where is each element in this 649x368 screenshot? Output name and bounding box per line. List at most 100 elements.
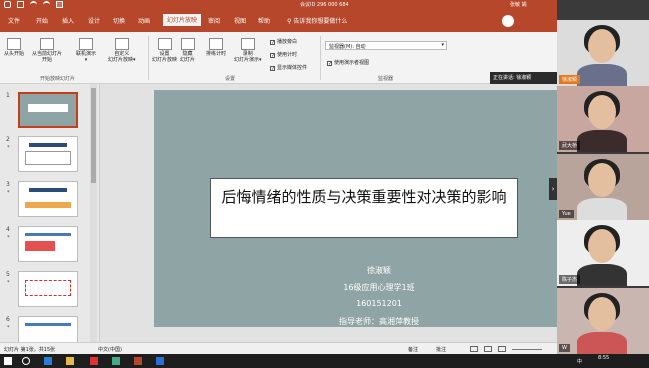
redo-icon[interactable] (43, 1, 50, 8)
reading-view-icon[interactable] (498, 346, 506, 352)
setup-slideshow-button[interactable]: 设置 幻灯片放映 (152, 38, 177, 63)
animation-star: * (7, 145, 10, 151)
status-bar: 幻灯片 第1张，共15张 中文(中国) 备注 批注 (0, 342, 557, 354)
search-icon[interactable] (22, 357, 30, 365)
share-icon[interactable] (502, 15, 514, 27)
start-icon[interactable] (4, 357, 12, 365)
timer-icon (209, 38, 223, 50)
ime-indicator[interactable]: 中 (577, 358, 582, 365)
participant-video[interactable]: 徐淑颖 (557, 20, 649, 86)
group-monitors-label: 监视器 (378, 76, 394, 82)
rehearse-timings-button[interactable]: 排练计时 (206, 38, 226, 57)
play-slide-icon (7, 38, 21, 50)
participant-body (577, 198, 627, 220)
powerpoint-icon[interactable] (134, 357, 142, 365)
tab-file[interactable]: 文件 (8, 16, 20, 25)
current-slide[interactable]: 后悔情绪的性质与决策重要性对决策的影响 徐淑颖 16级应用心理学1班 16015… (154, 90, 557, 327)
group-start-label: 开始放映幻灯片 (40, 76, 76, 82)
present-icon[interactable] (56, 1, 63, 8)
participant-face (588, 95, 616, 129)
ribbon-divider (148, 36, 149, 80)
app-icon[interactable] (112, 357, 120, 365)
user-name[interactable]: 张敏 娟 (510, 1, 527, 8)
autosave-icon[interactable] (4, 1, 11, 8)
from-current-label: 从当前幻灯片 开始 (32, 51, 63, 63)
tab-slideshow[interactable]: 幻灯片放映 (163, 14, 202, 26)
participant-name: 徐淑颖 (559, 75, 581, 84)
tab-animations[interactable]: 动画 (138, 16, 150, 25)
thumb-bar (25, 323, 71, 326)
participant-name: 武大桥 (559, 141, 581, 150)
checkmark-icon: ✓ (270, 40, 276, 46)
folder-icon[interactable] (66, 357, 74, 365)
participant-body (577, 130, 627, 152)
slide-thumbnail[interactable] (18, 92, 78, 128)
participant-video[interactable]: 武大桥 (557, 86, 649, 152)
notes-button[interactable]: 备注 (408, 346, 418, 353)
tab-review[interactable]: 审阅 (208, 16, 220, 25)
language-status[interactable]: 中文(中国) (98, 346, 122, 353)
play-narrations-checkbox[interactable]: ✓ 播放旁白 (270, 38, 297, 46)
participant-video[interactable]: Yue (557, 154, 649, 220)
tab-design[interactable]: 设计 (88, 16, 100, 25)
ribbon-slideshow: 从头开始 从当前幻灯片 开始 联机演示 ▾ 自定义 幻灯片放映▾ 设置 幻灯片放… (0, 32, 557, 84)
participant-name: Yue (559, 210, 574, 218)
slide-thumbnails-pane: 1 2 * 3 * 4 * 5 * 6 * (0, 84, 100, 342)
slide-thumbnail[interactable] (18, 136, 78, 172)
tab-home[interactable]: 开始 (36, 16, 48, 25)
from-beginning-button[interactable]: 从头开始 (4, 38, 24, 57)
record-slideshow-button[interactable]: 录制 幻灯片演示▾ (234, 38, 262, 63)
meeting-id-label: 会议ID 296 000 684 (300, 2, 349, 8)
meeting-app-icon[interactable] (156, 357, 164, 365)
hide-slide-button[interactable]: 隐藏 幻灯片 (180, 38, 195, 63)
slide-thumbnail[interactable] (18, 316, 78, 342)
animation-star: * (7, 325, 10, 331)
participant-body (577, 332, 627, 354)
app-icon[interactable] (90, 357, 98, 365)
undo-icon[interactable] (30, 1, 37, 8)
slide-author: 徐淑颖 (367, 266, 391, 275)
participant-body (577, 64, 627, 86)
participant-face (588, 163, 616, 197)
presenter-view-checkbox[interactable]: ✓ 使用演示者视图 (327, 59, 370, 67)
tab-transitions[interactable]: 切换 (113, 16, 125, 25)
normal-view-icon[interactable] (470, 346, 478, 352)
thumb-number: 3 (6, 181, 10, 188)
use-timings-checkbox[interactable]: ✓ 使用计时 (270, 51, 297, 59)
monitor-select[interactable]: 监视器(M): 自动 ▾ (325, 41, 447, 50)
thumbnails-scrollbar[interactable] (90, 84, 97, 342)
custom-slideshow-button[interactable]: 自定义 幻灯片放映▾ (108, 38, 136, 63)
edge-icon[interactable] (44, 357, 52, 365)
presenter-view-label: 使用演示者视图 (334, 60, 370, 66)
slide-title-box[interactable]: 后悔情绪的性质与决策重要性对决策的影响 (210, 178, 518, 238)
tab-view[interactable]: 视图 (234, 16, 246, 25)
group-setup-label: 设置 (225, 76, 236, 82)
scrollbar-thumb[interactable] (91, 88, 96, 183)
slide-thumbnail[interactable] (18, 226, 78, 262)
slide-thumbnail[interactable] (18, 271, 78, 307)
slide-thumbnail[interactable] (18, 181, 78, 217)
zoom-slider[interactable] (512, 349, 542, 350)
thumb-bar (25, 233, 71, 236)
save-icon[interactable] (17, 1, 24, 8)
participant-video[interactable]: 陈子杰 (557, 220, 649, 286)
comments-button[interactable]: 批注 (436, 346, 446, 353)
thumb-title-box (28, 104, 68, 112)
video-participants-panel: 徐淑颖 武大桥 Yue 陈子杰 W (557, 0, 649, 354)
quick-access-toolbar (4, 1, 63, 8)
slide-sorter-icon[interactable] (484, 346, 492, 352)
clock[interactable]: 8:55 (598, 355, 609, 361)
present-online-button[interactable]: 联机演示 ▾ (76, 38, 96, 63)
chevron-right-icon[interactable]: › (549, 178, 557, 200)
from-current-button[interactable]: 从当前幻灯片 开始 (32, 38, 62, 63)
slide-class: 16级应用心理学1班 (343, 283, 415, 292)
tell-me-search[interactable]: ⚲ 告诉我你想要做什么 (287, 16, 347, 25)
participant-body (577, 264, 627, 286)
tab-help[interactable]: 帮助 (258, 16, 270, 25)
ribbon-tabs: 文件 开始 插入 设计 切换 动画 幻灯片放映 审阅 视图 帮助 ⚲ 告诉我你想… (0, 10, 557, 32)
tab-insert[interactable]: 插入 (62, 16, 74, 25)
chevron-down-icon: ▾ (441, 42, 444, 48)
show-media-controls-checkbox[interactable]: ✓ 显示媒体控件 (270, 64, 307, 72)
thumb-number: 5 (6, 271, 10, 278)
participant-video[interactable]: W (557, 288, 649, 354)
